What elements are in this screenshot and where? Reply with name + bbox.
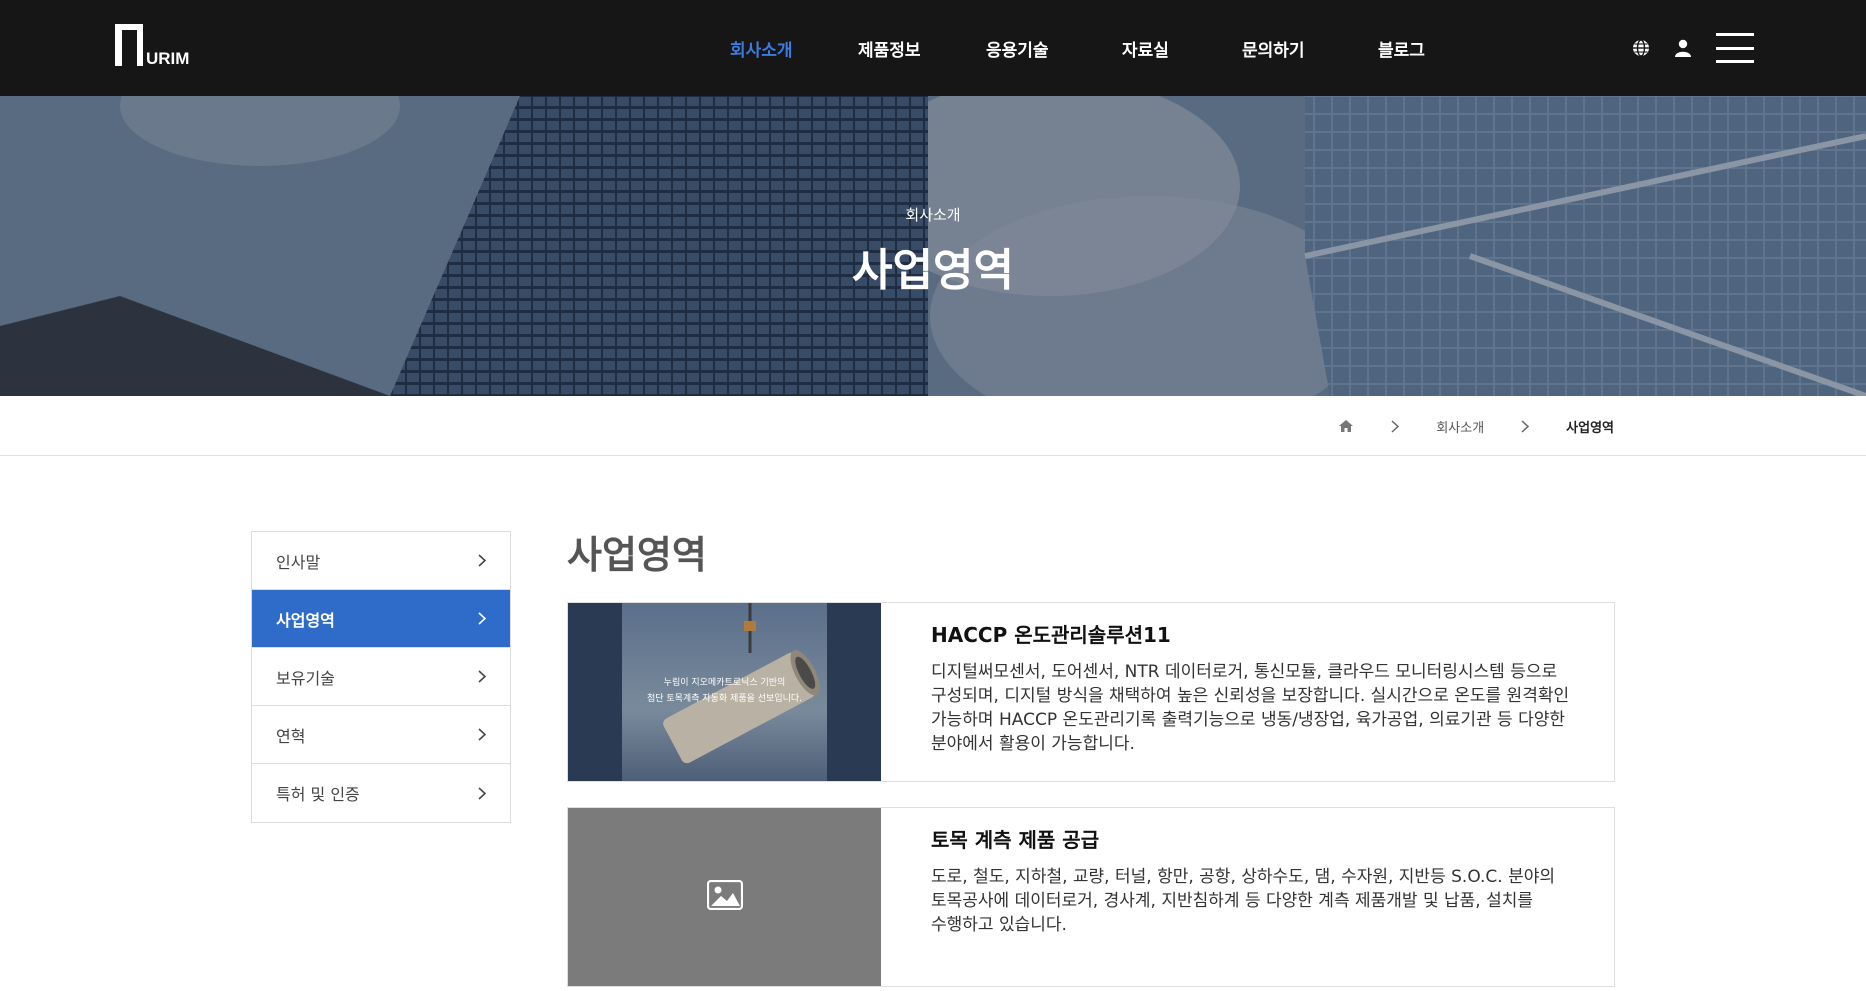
main-nav: 회사소개 제품정보 응용기술 자료실 문의하기 블로그 xyxy=(730,0,1438,96)
svg-text:URIM: URIM xyxy=(146,49,189,68)
card-description: 도로, 철도, 지하철, 교량, 터널, 항만, 공항, 상하수도, 댐, 수자… xyxy=(931,867,1556,935)
nav-item-products[interactable]: 제품정보 xyxy=(858,36,986,61)
nav-item-applications[interactable]: 응용기술 xyxy=(986,36,1122,61)
thumbnail-caption: 누림이 지오메카트로닉스 기반의 첨단 토목계측 자동화 제품을 선보입니다. xyxy=(646,678,803,704)
chevron-right-icon xyxy=(478,786,486,800)
sidebar-item-history[interactable]: 연혁 xyxy=(252,706,510,764)
chevron-right-icon xyxy=(1378,418,1412,434)
sidebar-item-technology[interactable]: 보유기술 xyxy=(252,648,510,706)
card-body: HACCP 온도관리솔루션11 디지털써모센서, 도어센서, NTR 데이터로거… xyxy=(931,619,1571,756)
hero-subtitle: 회사소개 xyxy=(905,206,961,224)
page-title: 사업영역 xyxy=(567,533,707,577)
hero-banner: 회사소개 사업영역 xyxy=(0,96,1866,396)
sidebar-item-business-areas[interactable]: 사업영역 xyxy=(252,590,510,648)
sidebar-item-greeting[interactable]: 인사말 xyxy=(252,532,510,590)
chevron-right-icon xyxy=(478,612,486,625)
breadcrumb-item-current: 사업영역 xyxy=(1566,420,1614,436)
card-thumbnail xyxy=(568,808,881,986)
card-description: 디지털써모센서, 도어센서, NTR 데이터로거, 통신모듈, 클라우드 모니터… xyxy=(931,662,1570,754)
breadcrumb: 회사소개 사업영역 xyxy=(1338,396,1614,456)
nav-item-company[interactable]: 회사소개 xyxy=(730,36,858,61)
site-header: URIM 회사소개 제품정보 응용기술 자료실 문의하기 블로그 xyxy=(0,0,1866,96)
business-card[interactable]: 토목 계측 제품 공급 도로, 철도, 지하철, 교량, 터널, 항만, 공항,… xyxy=(567,807,1615,987)
card-body: 토목 계측 제품 공급 도로, 철도, 지하철, 교량, 터널, 항만, 공항,… xyxy=(931,824,1571,937)
card-title[interactable]: 토목 계측 제품 공급 xyxy=(931,824,1571,853)
sidebar-item-label: 특허 및 인증 xyxy=(276,785,360,804)
sidebar-nav: 인사말 사업영역 보유기술 연혁 특허 및 인증 xyxy=(251,531,511,823)
breadcrumb-bar: 회사소개 사업영역 xyxy=(0,396,1866,456)
nav-item-resources[interactable]: 자료실 xyxy=(1122,36,1242,61)
user-icon[interactable] xyxy=(1670,28,1696,68)
header-icons xyxy=(1628,28,1754,68)
business-card[interactable]: 누림이 지오메카트로닉스 기반의 첨단 토목계측 자동화 제품을 선보입니다. … xyxy=(567,602,1615,782)
hero-title: 사업영역 xyxy=(852,245,1014,296)
card-thumbnail: 누림이 지오메카트로닉스 기반의 첨단 토목계측 자동화 제품을 선보입니다. xyxy=(568,603,881,781)
chevron-right-icon xyxy=(478,554,486,567)
globe-icon[interactable] xyxy=(1628,28,1654,68)
chevron-right-icon xyxy=(478,670,486,683)
sidebar-item-label: 인사말 xyxy=(276,552,321,572)
sidebar-item-label: 사업영역 xyxy=(276,610,335,630)
chevron-right-icon xyxy=(1508,418,1542,434)
nurim-logo[interactable]: URIM xyxy=(113,20,203,68)
image-placeholder-icon xyxy=(706,879,743,914)
sidebar-item-label: 연혁 xyxy=(276,726,306,746)
nav-item-contact[interactable]: 문의하기 xyxy=(1242,36,1378,61)
home-icon[interactable] xyxy=(1338,418,1354,434)
sidebar-item-label: 보유기술 xyxy=(276,668,335,688)
nav-item-blog[interactable]: 블로그 xyxy=(1378,36,1438,61)
card-title[interactable]: HACCP 온도관리솔루션11 xyxy=(931,619,1571,648)
hamburger-menu-icon[interactable] xyxy=(1716,33,1754,63)
chevron-right-icon xyxy=(478,728,486,741)
sidebar-item-patents[interactable]: 특허 및 인증 xyxy=(252,764,510,822)
breadcrumb-item-company[interactable]: 회사소개 xyxy=(1436,417,1484,436)
